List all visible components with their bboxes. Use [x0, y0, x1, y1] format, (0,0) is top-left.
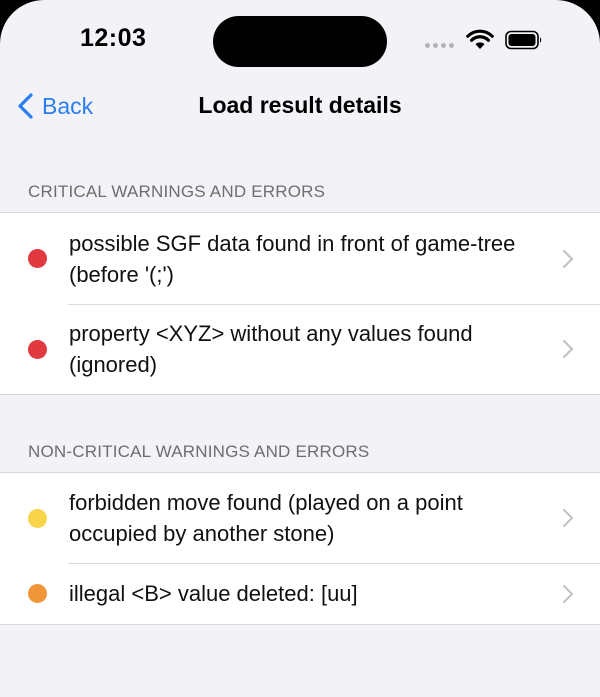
- status-dot: [28, 584, 47, 603]
- status-dot: [28, 249, 47, 268]
- wifi-icon: [466, 29, 494, 49]
- non-critical-list: forbidden move found (played on a point …: [0, 472, 600, 625]
- item-text: property <XYZ> without any values found …: [69, 321, 473, 377]
- status-dot: [28, 339, 47, 359]
- status-dot: [28, 508, 47, 528]
- list-item[interactable]: forbidden move found (played on a point …: [0, 473, 600, 563]
- item-text: forbidden move found (played on a point …: [69, 490, 463, 546]
- dynamic-island: [213, 16, 387, 67]
- status-bar: 12:03: [0, 0, 600, 80]
- chevron-right-icon: [562, 249, 574, 268]
- section-header-non-critical: NON-CRITICAL WARNINGS AND ERRORS: [28, 442, 370, 461]
- list-item[interactable]: possible SGF data found in front of game…: [0, 213, 600, 304]
- chevron-right-icon: [562, 508, 574, 528]
- page-title: Load result details: [198, 92, 402, 118]
- cellular-signal-icon: [425, 43, 454, 48]
- status-time: 12:03: [80, 24, 147, 52]
- screen: 12:03 Back Load result details CRITICAL …: [0, 0, 600, 697]
- list-item[interactable]: property <XYZ> without any values found …: [0, 304, 600, 394]
- section-header-critical: CRITICAL WARNINGS AND ERRORS: [28, 182, 326, 201]
- list-item[interactable]: illegal <B> value deleted: [uu]: [0, 563, 600, 624]
- item-text: possible SGF data found in front of game…: [69, 230, 516, 287]
- chevron-right-icon: [562, 584, 574, 603]
- battery-icon: [505, 30, 542, 50]
- navigation-bar: Back Load result details: [0, 80, 600, 135]
- chevron-right-icon: [562, 339, 574, 359]
- critical-list: possible SGF data found in front of game…: [0, 212, 600, 395]
- item-text: illegal <B> value deleted: [uu]: [69, 581, 358, 606]
